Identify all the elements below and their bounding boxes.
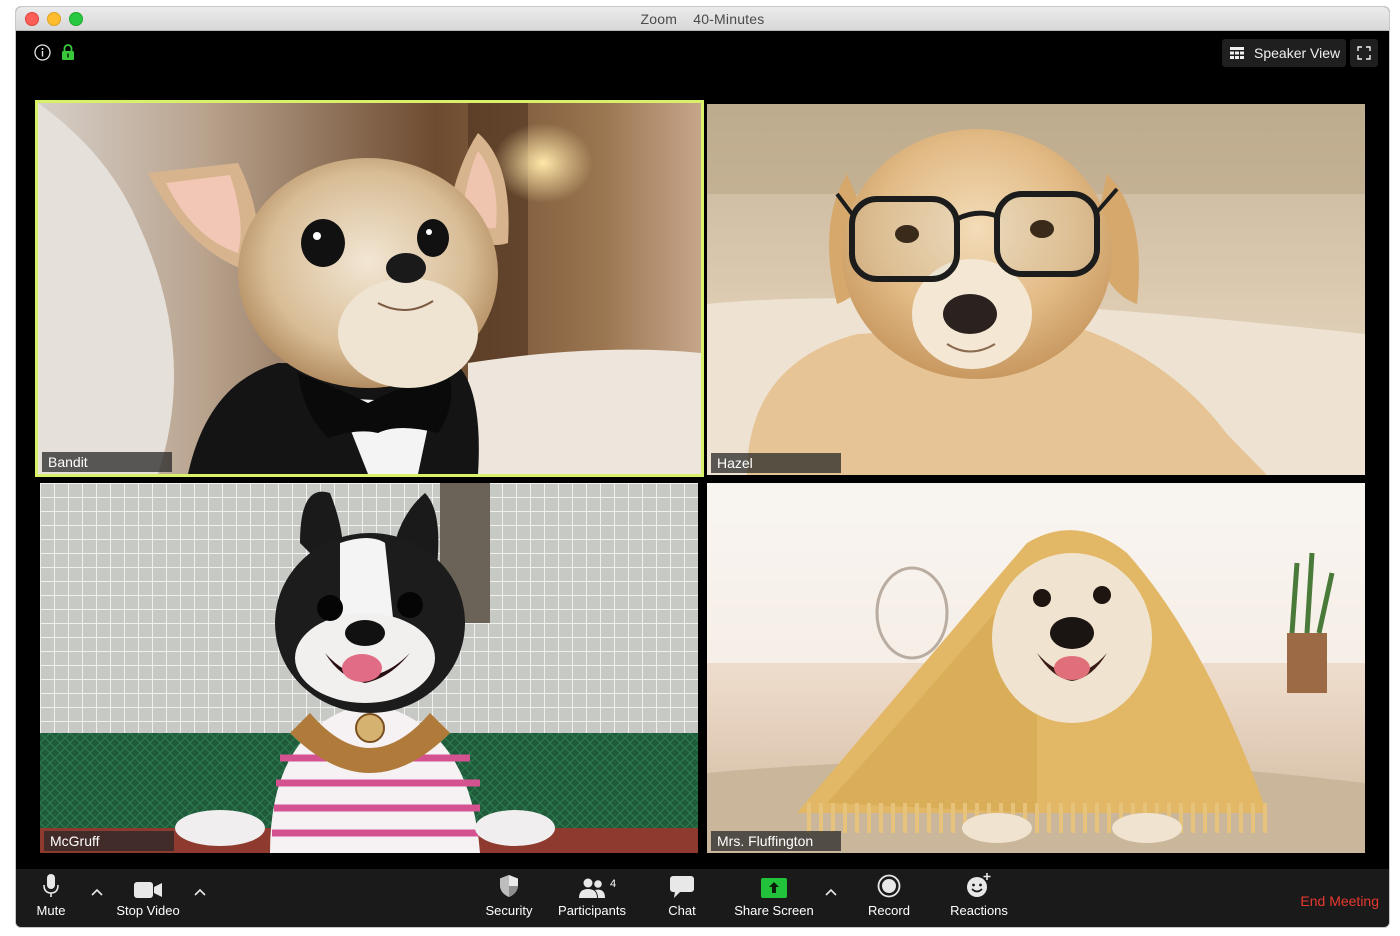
close-window-button[interactable] [25, 12, 39, 26]
fullscreen-icon [1357, 46, 1371, 60]
chat-button[interactable]: Chat [662, 869, 702, 927]
video-tile-mcgruff[interactable]: McGruff [40, 483, 698, 853]
info-icon[interactable] [34, 44, 51, 61]
share-screen-label: Share Screen [734, 903, 814, 918]
video-camera-icon [134, 882, 162, 898]
participant-video [707, 104, 1365, 475]
share-screen-button[interactable]: Share Screen [732, 869, 816, 927]
lock-icon[interactable] [61, 43, 75, 61]
participants-button[interactable]: Participants [555, 869, 629, 927]
record-label: Record [868, 903, 910, 918]
security-label: Security [485, 903, 533, 918]
share-options-chevron-up-icon[interactable] [824, 887, 838, 897]
grid-icon [1230, 47, 1244, 59]
participant-video [40, 483, 698, 853]
speaker-view-label: Speaker View [1254, 45, 1341, 61]
title-bar: Zoom 40-Minutes [16, 7, 1389, 31]
app-name: Zoom [640, 10, 678, 27]
video-options-chevron-up-icon[interactable] [193, 887, 207, 897]
window-title: Zoom 40-Minutes [641, 11, 765, 27]
zoom-window: Zoom 40-Minutes Speaker View Bandit Haze… [16, 7, 1389, 927]
participant-name-tag: Bandit [42, 452, 172, 472]
share-screen-icon [761, 878, 787, 898]
participant-video [707, 483, 1365, 853]
video-tile-bandit[interactable]: Bandit [35, 100, 704, 477]
security-button[interactable]: Security [482, 869, 536, 927]
shield-icon [500, 875, 518, 897]
speaker-view-button[interactable]: Speaker View [1222, 39, 1346, 67]
chat-label: Chat [668, 903, 696, 918]
window-controls [25, 12, 83, 26]
stop-video-label: Stop Video [116, 903, 180, 918]
maximize-window-button[interactable] [69, 12, 83, 26]
stop-video-button[interactable]: Stop Video [114, 869, 182, 927]
mute-label: Mute [36, 903, 66, 918]
video-tile-mrs-fluffington[interactable]: Mrs. Fluffington [707, 483, 1365, 853]
video-tile-hazel[interactable]: Hazel [707, 104, 1365, 475]
end-meeting-button[interactable]: End Meeting [1300, 893, 1379, 909]
smiley-add-icon [967, 873, 991, 897]
participant-name-tag: Mrs. Fluffington [711, 831, 841, 851]
record-button[interactable]: Record [864, 869, 914, 927]
reactions-button[interactable]: Reactions [947, 869, 1011, 927]
meeting-toolbar: Mute Stop Video Security Participants 4 … [16, 869, 1389, 927]
record-icon [877, 874, 901, 898]
participants-label: Participants [558, 903, 626, 918]
meeting-title: 40-Minutes [693, 10, 765, 27]
chat-bubble-icon [670, 876, 694, 898]
participants-count-badge: 4 [610, 878, 617, 890]
participant-name-tag: Hazel [711, 453, 841, 473]
fullscreen-button[interactable] [1350, 39, 1378, 67]
microphone-icon [43, 874, 59, 897]
participant-name-tag: McGruff [44, 831, 174, 851]
minimize-window-button[interactable] [47, 12, 61, 26]
reactions-label: Reactions [950, 903, 1008, 918]
mute-button[interactable]: Mute [31, 869, 71, 927]
people-icon [579, 878, 605, 898]
audio-options-chevron-up-icon[interactable] [90, 887, 104, 897]
participant-video [38, 103, 701, 474]
